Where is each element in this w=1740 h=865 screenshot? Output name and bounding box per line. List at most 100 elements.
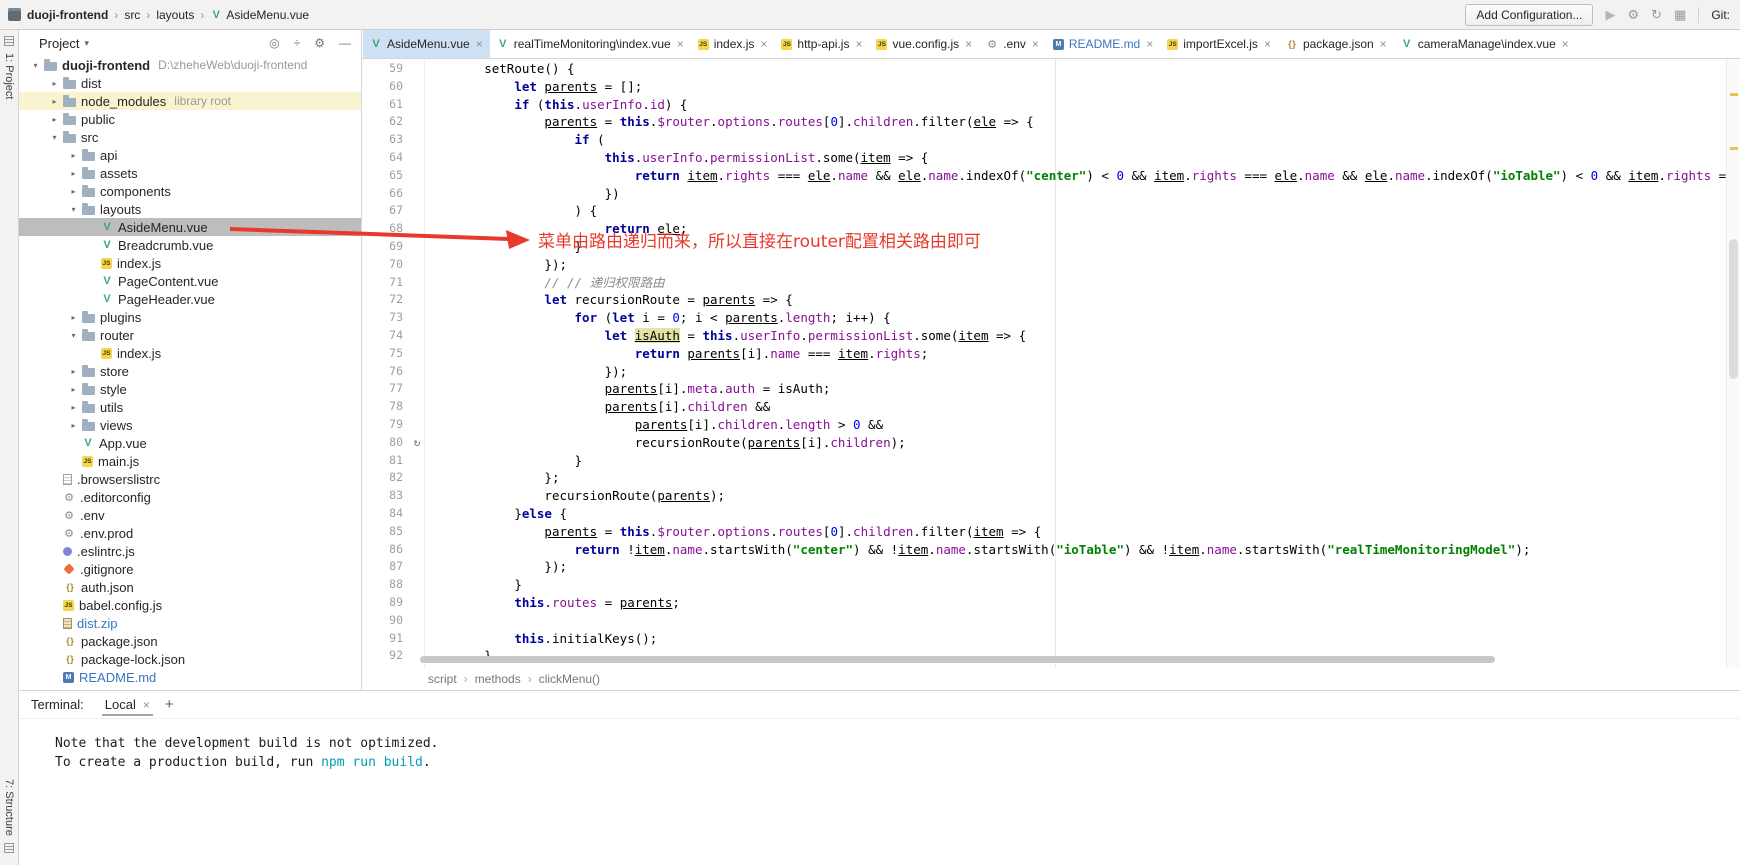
tree-row[interactable]: { }auth.json bbox=[19, 578, 361, 596]
tree-row[interactable]: ▸store bbox=[19, 362, 361, 380]
breadcrumb-item[interactable]: VAsideMenu.vue bbox=[210, 8, 309, 22]
tree-row[interactable]: JSindex.js bbox=[19, 344, 361, 362]
code-text[interactable]: }else { bbox=[424, 505, 1726, 523]
chevron-right-icon[interactable]: ▸ bbox=[67, 169, 80, 178]
editor-tab[interactable]: VAsideMenu.vue× bbox=[363, 30, 490, 58]
tree-row[interactable]: MREADME.md bbox=[19, 668, 361, 686]
tree-row[interactable]: .browserslistrc bbox=[19, 470, 361, 488]
tree-row[interactable]: ▾src bbox=[19, 128, 361, 146]
line-number[interactable]: 90 bbox=[362, 612, 410, 630]
tree-row[interactable]: .gitignore bbox=[19, 560, 361, 578]
line-number[interactable]: 86 bbox=[362, 541, 410, 559]
line-number[interactable]: 87 bbox=[362, 558, 410, 576]
tree-row[interactable]: ▸views bbox=[19, 416, 361, 434]
settings-icon[interactable]: ⚙ bbox=[1627, 8, 1639, 21]
warning-stripe-mark[interactable] bbox=[1730, 93, 1738, 96]
tree-row[interactable]: ▾router bbox=[19, 326, 361, 344]
scrollbar-thumb[interactable] bbox=[1729, 239, 1738, 379]
line-number[interactable]: 80 bbox=[362, 434, 410, 452]
tree-row[interactable]: ▸assets bbox=[19, 164, 361, 182]
breadcrumb-item[interactable]: duoji-frontend bbox=[27, 8, 108, 22]
editor-tab[interactable]: JSimportExcel.js× bbox=[1160, 30, 1278, 58]
close-icon[interactable]: × bbox=[677, 37, 684, 51]
code-text[interactable]: return parents[i].name === item.rights; bbox=[424, 345, 1726, 363]
add-configuration-button[interactable]: Add Configuration... bbox=[1465, 4, 1593, 26]
close-icon[interactable]: × bbox=[1380, 37, 1387, 51]
code-text[interactable]: recursionRoute(parents); bbox=[424, 487, 1726, 505]
project-panel-title[interactable]: Project bbox=[39, 36, 79, 51]
code-text[interactable]: return !item.name.startsWith("center") &… bbox=[424, 541, 1726, 559]
chevron-right-icon[interactable]: ▸ bbox=[67, 151, 80, 160]
tree-row[interactable]: { }package.json bbox=[19, 632, 361, 650]
close-icon[interactable]: × bbox=[760, 37, 767, 51]
line-number[interactable]: 70 bbox=[362, 256, 410, 274]
tree-row[interactable]: ⚙.editorconfig bbox=[19, 488, 361, 506]
tree-row[interactable]: JSindex.js bbox=[19, 254, 361, 272]
tree-row[interactable]: VApp.vue bbox=[19, 434, 361, 452]
terminal-tab-local[interactable]: Local × bbox=[102, 693, 153, 716]
code-text[interactable]: return item.rights === ele.name && ele.n… bbox=[424, 167, 1726, 185]
tree-row[interactable]: dist.zip bbox=[19, 614, 361, 632]
editor-breadcrumb-item[interactable]: methods bbox=[475, 672, 521, 686]
line-number[interactable]: 76 bbox=[362, 363, 410, 381]
tree-row[interactable]: ▸node_moduleslibrary root bbox=[19, 92, 361, 110]
tree-row[interactable]: { }package-lock.json bbox=[19, 650, 361, 668]
line-number[interactable]: 68 bbox=[362, 220, 410, 238]
code-text[interactable]: }) bbox=[424, 185, 1726, 203]
chevron-down-icon[interactable]: ▾ bbox=[29, 61, 42, 70]
tree-row[interactable]: ▸api bbox=[19, 146, 361, 164]
tree-row[interactable]: ▸components bbox=[19, 182, 361, 200]
chevron-down-icon[interactable]: ▾ bbox=[48, 133, 61, 142]
line-number[interactable]: 63 bbox=[362, 131, 410, 149]
code-text[interactable]: setRoute() { bbox=[424, 60, 1726, 78]
tree-row[interactable]: ⚙.env.prod bbox=[19, 524, 361, 542]
chevron-right-icon[interactable]: ▸ bbox=[67, 187, 80, 196]
close-icon[interactable]: × bbox=[1146, 37, 1153, 51]
editor-tab[interactable]: JSvue.config.js× bbox=[869, 30, 979, 58]
line-number[interactable]: 65 bbox=[362, 167, 410, 185]
line-number[interactable]: 92 bbox=[362, 647, 410, 665]
line-number[interactable]: 71 bbox=[362, 274, 410, 292]
code-text[interactable]: let recursionRoute = parents => { bbox=[424, 291, 1726, 309]
tree-row[interactable]: ▾layouts bbox=[19, 200, 361, 218]
stripe-project-label[interactable]: 1: Project bbox=[3, 53, 15, 99]
horizontal-scrollbar[interactable] bbox=[420, 656, 1495, 663]
line-number[interactable]: 61 bbox=[362, 96, 410, 114]
line-number[interactable]: 64 bbox=[362, 149, 410, 167]
close-icon[interactable]: × bbox=[965, 37, 972, 51]
line-number[interactable]: 82 bbox=[362, 469, 410, 487]
terminal-output[interactable]: Note that the development build is not o… bbox=[19, 719, 1740, 772]
line-number[interactable]: 84 bbox=[362, 505, 410, 523]
line-number[interactable]: 73 bbox=[362, 309, 410, 327]
code-text[interactable]: this.userInfo.permissionList.some(item =… bbox=[424, 149, 1726, 167]
project-stripe-icon[interactable] bbox=[4, 36, 14, 46]
warning-stripe-mark[interactable] bbox=[1730, 147, 1738, 150]
line-number[interactable]: 67 bbox=[362, 202, 410, 220]
code-text[interactable]: let isAuth = this.userInfo.permissionLis… bbox=[424, 327, 1726, 345]
chevron-right-icon[interactable]: ▸ bbox=[48, 97, 61, 106]
line-number[interactable]: 83 bbox=[362, 487, 410, 505]
close-icon[interactable]: × bbox=[1032, 37, 1039, 51]
line-number[interactable]: 72 bbox=[362, 291, 410, 309]
sync-icon[interactable]: ↻ bbox=[1651, 8, 1662, 21]
chevron-right-icon[interactable]: ▸ bbox=[67, 313, 80, 322]
code-text[interactable]: parents[i].children && bbox=[424, 398, 1726, 416]
editor-tab[interactable]: VcameraManage\index.vue× bbox=[1394, 30, 1576, 58]
code-text[interactable]: this.routes = parents; bbox=[424, 594, 1726, 612]
line-number[interactable]: 77 bbox=[362, 380, 410, 398]
tree-row[interactable]: VAsideMenu.vue bbox=[19, 218, 361, 236]
tree-row[interactable]: JSbabel.config.js bbox=[19, 596, 361, 614]
line-number[interactable]: 66 bbox=[362, 185, 410, 203]
breadcrumb-item[interactable]: layouts bbox=[156, 8, 194, 22]
code-text[interactable]: for (let i = 0; i < parents.length; i++)… bbox=[424, 309, 1726, 327]
code-text[interactable]: if ( bbox=[424, 131, 1726, 149]
code-text[interactable]: } bbox=[424, 452, 1726, 470]
code-text[interactable]: if (this.userInfo.id) { bbox=[424, 96, 1726, 114]
structure-stripe-icon[interactable] bbox=[4, 843, 14, 853]
app-icon[interactable] bbox=[8, 8, 21, 21]
line-number[interactable]: 88 bbox=[362, 576, 410, 594]
line-number[interactable]: 62 bbox=[362, 113, 410, 131]
code-text[interactable]: // // 递归权限路由 bbox=[424, 274, 1726, 292]
editor-tab[interactable]: JSindex.js× bbox=[691, 30, 775, 58]
breadcrumb-item[interactable]: src bbox=[124, 8, 140, 22]
